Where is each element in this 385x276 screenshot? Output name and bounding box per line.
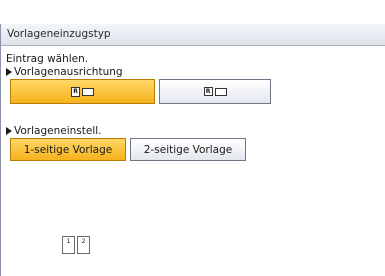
orientation-option-portrait[interactable]: R bbox=[10, 79, 155, 104]
setting-option-double-sided[interactable]: 2-seitige Vorlage bbox=[130, 138, 246, 161]
setting-option-double-sided-label: 2-seitige Vorlage bbox=[143, 143, 233, 156]
portrait-orientation-icon: R bbox=[71, 86, 94, 97]
setting-option-single-sided-label: 1-seitige Vorlage bbox=[23, 143, 113, 156]
instruction-text: Eintrag wählen. bbox=[6, 53, 89, 65]
landscape-orientation-icon: R bbox=[203, 87, 227, 96]
setting-label: Vorlageneinstell. bbox=[14, 125, 102, 137]
setting-label-row: Vorlageneinstell. bbox=[6, 125, 102, 137]
window-title: Vorlageneinzugstyp bbox=[7, 28, 111, 40]
section-arrow-icon bbox=[6, 68, 12, 76]
preview-page-1: 1 bbox=[62, 236, 75, 254]
orientation-option-landscape[interactable]: R bbox=[159, 79, 271, 104]
preview-page-2: 2 bbox=[77, 236, 90, 254]
setting-option-single-sided[interactable]: 1-seitige Vorlage bbox=[10, 138, 126, 161]
title-bar: Vorlageneinzugstyp bbox=[1, 24, 385, 46]
orientation-label: Vorlagenausrichtung bbox=[14, 66, 123, 78]
section-arrow-icon bbox=[6, 127, 12, 135]
orientation-label-row: Vorlagenausrichtung bbox=[6, 66, 123, 78]
